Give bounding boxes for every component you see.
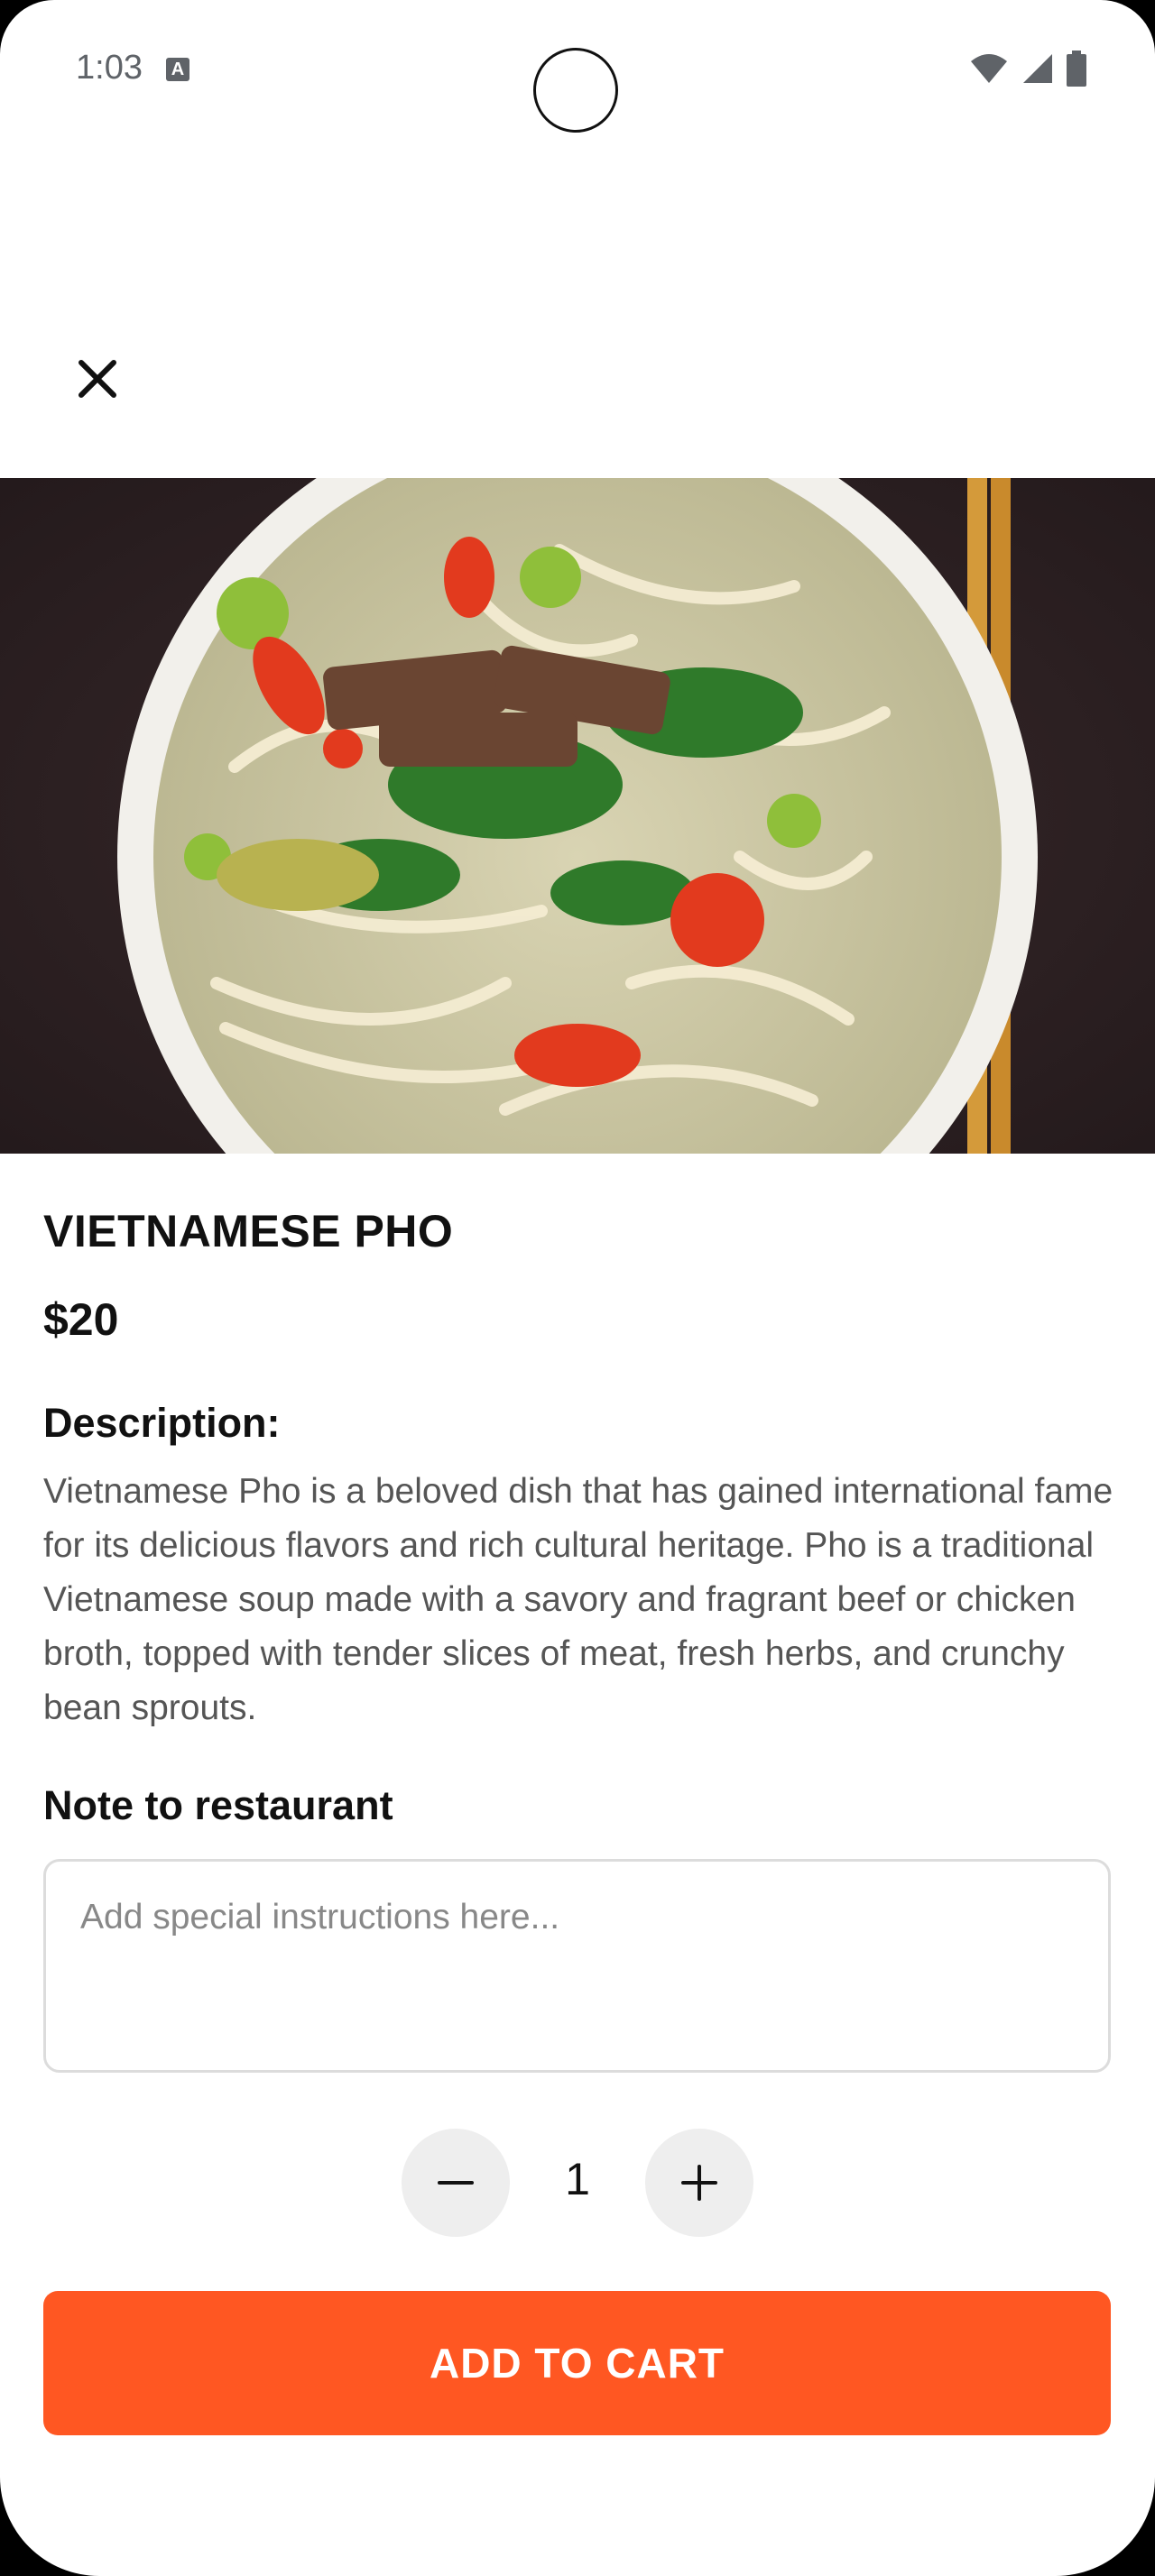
signal-icon: [1023, 54, 1052, 83]
quantity-value: 1: [565, 2154, 590, 2204]
product-price: $20: [43, 1294, 119, 1345]
description-text: Vietnamese Pho is a beloved dish that ha…: [43, 1472, 1113, 1727]
product-image: [0, 478, 1155, 1154]
battery-icon: [1067, 51, 1086, 87]
plus-icon: [681, 2165, 717, 2201]
camera-cutout: [533, 48, 618, 133]
notification-icon: A: [166, 58, 189, 81]
status-icons: [969, 51, 1086, 87]
note-label: Note to restaurant: [43, 1782, 393, 1828]
home-handle[interactable]: [431, 2540, 724, 2549]
minus-icon: [438, 2181, 474, 2185]
close-button[interactable]: [61, 343, 134, 415]
add-to-cart-button[interactable]: ADD TO CART: [43, 2291, 1111, 2435]
note-input[interactable]: [43, 1859, 1111, 2073]
product-detail-screen: 1:03 A VIETNAMESE PHO $20 Description: V…: [0, 0, 1155, 2576]
description-label: Description:: [43, 1400, 281, 1446]
status-time: 1:03: [76, 49, 143, 87]
decrement-button[interactable]: [402, 2129, 510, 2237]
close-icon: [79, 360, 116, 398]
increment-button[interactable]: [645, 2129, 753, 2237]
product-name: VIETNAMESE PHO: [43, 1206, 454, 1256]
wifi-icon: [971, 54, 1007, 83]
status-bar: 1:03 A: [0, 0, 1155, 135]
